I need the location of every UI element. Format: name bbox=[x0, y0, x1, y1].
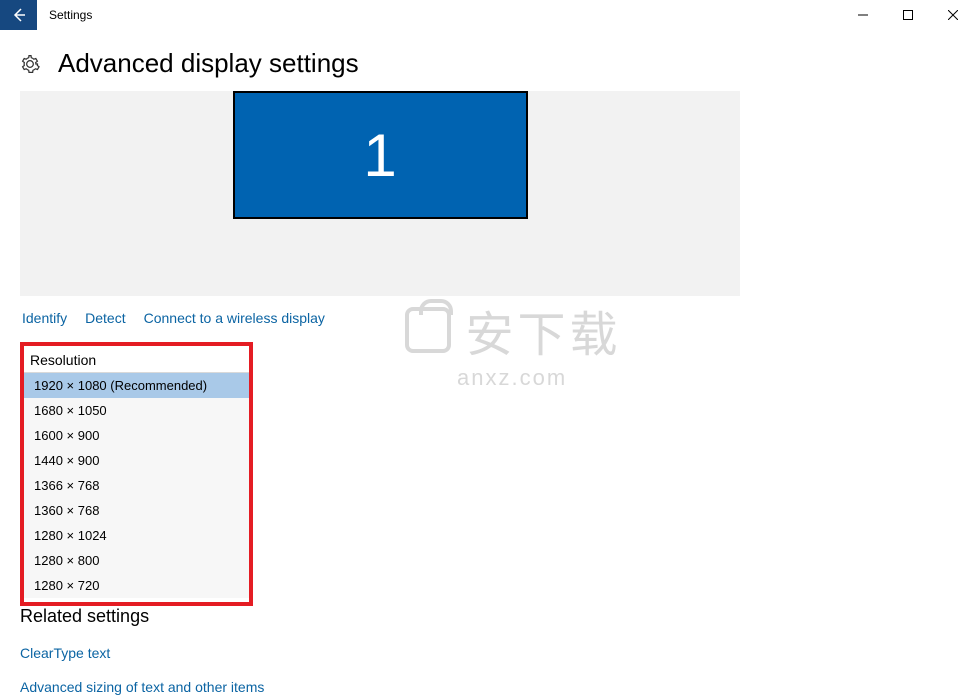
resolution-option[interactable]: 1600 × 900 bbox=[24, 423, 249, 448]
watermark-en: anxz.com bbox=[457, 365, 621, 391]
resolution-option[interactable]: 1280 × 1024 bbox=[24, 523, 249, 548]
page-title: Advanced display settings bbox=[58, 48, 359, 79]
identify-link[interactable]: Identify bbox=[22, 310, 67, 326]
resolution-option[interactable]: 1680 × 1050 bbox=[24, 398, 249, 423]
window-title: Settings bbox=[37, 0, 92, 30]
maximize-button[interactable] bbox=[885, 0, 930, 30]
content-area: 1 Identify Detect Connect to a wireless … bbox=[0, 91, 975, 695]
resolution-option[interactable]: 1920 × 1080 (Recommended) bbox=[24, 373, 249, 398]
resolution-block: Resolution 1920 × 1080 (Recommended)1680… bbox=[20, 342, 253, 606]
close-button[interactable] bbox=[930, 0, 975, 30]
resolution-option[interactable]: 1280 × 720 bbox=[24, 573, 249, 598]
monitor-number: 1 bbox=[363, 121, 396, 190]
resolution-option[interactable]: 1440 × 900 bbox=[24, 448, 249, 473]
minimize-button[interactable] bbox=[840, 0, 885, 30]
display-preview-area: 1 bbox=[20, 91, 740, 296]
back-button[interactable] bbox=[0, 0, 37, 30]
resolution-dropdown-list[interactable]: 1920 × 1080 (Recommended)1680 × 10501600… bbox=[24, 372, 249, 598]
display-actions-row: Identify Detect Connect to a wireless di… bbox=[20, 306, 955, 336]
titlebar-spacer bbox=[92, 0, 840, 30]
page-heading-row: Advanced display settings bbox=[0, 30, 975, 91]
resolution-option[interactable]: 1366 × 768 bbox=[24, 473, 249, 498]
back-arrow-icon bbox=[11, 7, 27, 23]
titlebar: Settings bbox=[0, 0, 975, 30]
display-monitor-1[interactable]: 1 bbox=[233, 91, 528, 219]
connect-wireless-link[interactable]: Connect to a wireless display bbox=[144, 310, 325, 326]
close-icon bbox=[948, 10, 958, 20]
cleartype-link[interactable]: ClearType text bbox=[20, 645, 955, 661]
resolution-option[interactable]: 1360 × 768 bbox=[24, 498, 249, 523]
resolution-option[interactable]: 1280 × 800 bbox=[24, 548, 249, 573]
advanced-sizing-link[interactable]: Advanced sizing of text and other items bbox=[20, 679, 955, 695]
gear-icon bbox=[20, 54, 40, 74]
resolution-label: Resolution bbox=[24, 350, 249, 372]
detect-link[interactable]: Detect bbox=[85, 310, 125, 326]
minimize-icon bbox=[858, 10, 868, 20]
maximize-icon bbox=[903, 10, 913, 20]
